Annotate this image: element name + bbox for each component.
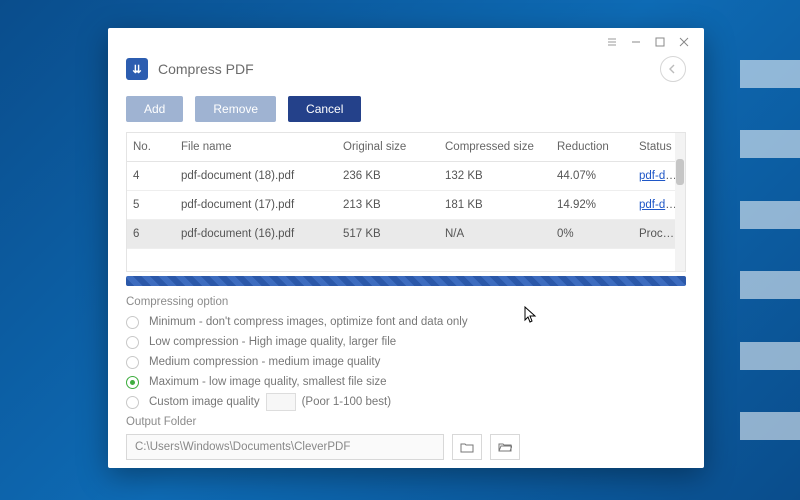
wallpaper-light-beams	[740, 60, 800, 440]
minimize-button[interactable]	[624, 32, 648, 52]
list-view-icon[interactable]	[600, 32, 624, 52]
radio-icon[interactable]	[126, 336, 139, 349]
compression-option[interactable]: Minimum - don't compress images, optimiz…	[126, 312, 686, 332]
cell-compressed: 181 KB	[439, 191, 551, 220]
col-header-original: Original size	[337, 133, 439, 162]
output-folder-row: C:\Users\Windows\Documents\CleverPDF	[108, 430, 704, 464]
radio-icon[interactable]	[126, 316, 139, 329]
col-header-reduction: Reduction	[551, 133, 633, 162]
cell-compressed: N/A	[439, 220, 551, 249]
table-row[interactable]: 5pdf-document (17).pdf213 KB181 KB14.92%…	[127, 191, 685, 220]
option-label: Minimum - don't compress images, optimiz…	[149, 316, 468, 328]
app-window: ⇊ Compress PDF Add Remove Cancel No. Fil…	[108, 28, 704, 468]
scrollbar-track[interactable]	[675, 133, 685, 271]
cell-reduction: 0%	[551, 220, 633, 249]
cell-no: 5	[127, 191, 175, 220]
cell-no: 6	[127, 220, 175, 249]
app-title: Compress PDF	[158, 61, 254, 77]
compression-option[interactable]: Maximum - low image quality, smallest fi…	[126, 372, 686, 392]
quality-input[interactable]	[266, 393, 296, 411]
col-header-no: No.	[127, 133, 175, 162]
radio-icon[interactable]	[126, 396, 139, 409]
progress-bar	[126, 276, 686, 286]
option-label: Medium compression - medium image qualit…	[149, 356, 380, 368]
output-folder-label: Output Folder	[108, 414, 704, 430]
scrollbar-thumb[interactable]	[676, 159, 684, 185]
cell-original: 236 KB	[337, 162, 439, 191]
option-label: Low compression - High image quality, la…	[149, 336, 396, 348]
cell-filename: pdf-document (18).pdf	[175, 162, 337, 191]
col-header-filename: File name	[175, 133, 337, 162]
app-icon: ⇊	[126, 58, 148, 80]
cell-original: 517 KB	[337, 220, 439, 249]
table-row[interactable]: 6pdf-document (16).pdf517 KBN/A0%Process…	[127, 220, 685, 249]
desktop-background: ⇊ Compress PDF Add Remove Cancel No. Fil…	[0, 0, 800, 500]
compression-option[interactable]: Custom image quality (Poor 1-100 best)	[126, 392, 686, 412]
output-path-field[interactable]: C:\Users\Windows\Documents\CleverPDF	[126, 434, 444, 460]
radio-icon[interactable]	[126, 376, 139, 389]
compression-option[interactable]: Medium compression - medium image qualit…	[126, 352, 686, 372]
quality-hint: (Poor 1-100 best)	[302, 396, 392, 408]
file-table: No. File name Original size Compressed s…	[127, 133, 685, 249]
cell-filename: pdf-document (17).pdf	[175, 191, 337, 220]
option-label: Custom image quality	[149, 396, 260, 408]
titlebar	[108, 28, 704, 56]
add-button[interactable]: Add	[126, 96, 183, 122]
back-button[interactable]	[660, 56, 686, 82]
header: ⇊ Compress PDF	[108, 56, 704, 90]
browse-folder-button[interactable]	[452, 434, 482, 460]
toolbar: Add Remove Cancel	[108, 90, 704, 132]
table-row[interactable]: 4pdf-document (18).pdf236 KB132 KB44.07%…	[127, 162, 685, 191]
compression-section-label: Compressing option	[108, 294, 704, 310]
cell-original: 213 KB	[337, 191, 439, 220]
cell-no: 4	[127, 162, 175, 191]
compression-options: Minimum - don't compress images, optimiz…	[108, 310, 704, 414]
cell-compressed: 132 KB	[439, 162, 551, 191]
compression-option[interactable]: Low compression - High image quality, la…	[126, 332, 686, 352]
remove-button[interactable]: Remove	[195, 96, 276, 122]
radio-icon[interactable]	[126, 356, 139, 369]
option-label: Maximum - low image quality, smallest fi…	[149, 376, 387, 388]
cancel-button[interactable]: Cancel	[288, 96, 361, 122]
close-button[interactable]	[672, 32, 696, 52]
cell-reduction: 14.92%	[551, 191, 633, 220]
cell-reduction: 44.07%	[551, 162, 633, 191]
cell-filename: pdf-document (16).pdf	[175, 220, 337, 249]
file-table-container: No. File name Original size Compressed s…	[126, 132, 686, 272]
col-header-compressed: Compressed size	[439, 133, 551, 162]
maximize-button[interactable]	[648, 32, 672, 52]
open-folder-button[interactable]	[490, 434, 520, 460]
